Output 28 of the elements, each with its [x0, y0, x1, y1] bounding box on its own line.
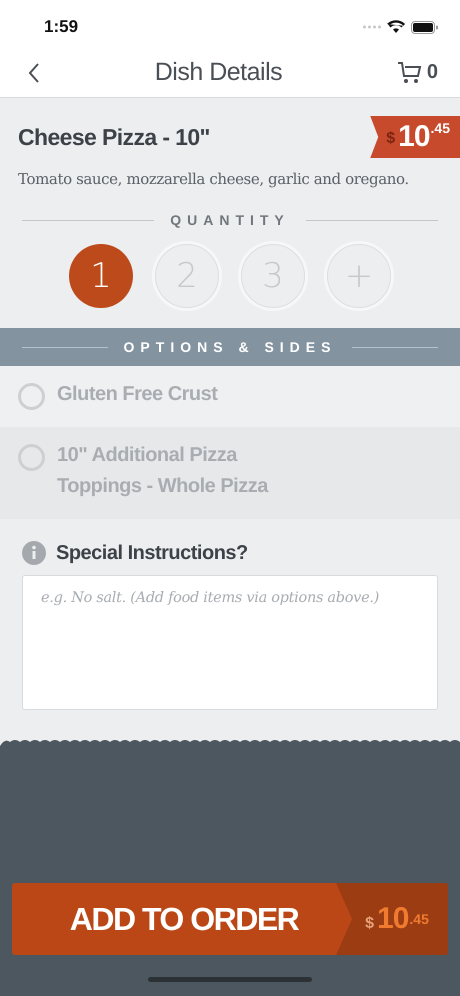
- dish-description: Tomato sauce, mozzarella cheese, garlic and oregano.: [17, 169, 410, 188]
- status-time: 1:59: [44, 17, 78, 37]
- info-icon: [22, 541, 46, 565]
- quantity-button[interactable]: +: [327, 244, 391, 308]
- section-heading: QUANTITY: [170, 212, 290, 228]
- battery-icon: [411, 20, 438, 34]
- cart-count: 0: [426, 61, 438, 84]
- instructions-label: Special Instructions?: [56, 542, 248, 564]
- currency-sign: $: [365, 915, 374, 933]
- signal-icon: [363, 25, 381, 29]
- price-amount: 10: [398, 120, 430, 154]
- wifi-icon: [387, 20, 405, 34]
- instructions-field[interactable]: e.g. No salt. (Add food items via options above.): [22, 575, 438, 710]
- quantity-button[interactable]: 1: [69, 244, 133, 308]
- option-label: 10" Additional Pizza Toppings - Whole Pizza: [57, 443, 270, 499]
- radio-button[interactable]: [18, 383, 45, 410]
- currency-sign: $: [386, 130, 396, 148]
- price-cents: .45: [409, 911, 429, 927]
- option-label: Gluten Free Crust: [57, 382, 219, 407]
- page-title: Dish Details: [154, 58, 282, 87]
- price-cents: .45: [430, 120, 450, 136]
- price-amount: 10: [377, 902, 408, 936]
- option-row[interactable]: 10" Additional Pizza Toppings - Whole Pizza: [0, 427, 460, 519]
- dish-name: Cheese Pizza - 10": [18, 124, 210, 150]
- section-heading: OPTIONS & SIDES: [124, 339, 336, 355]
- back-icon[interactable]: [28, 62, 40, 82]
- cart-icon[interactable]: [396, 60, 423, 84]
- radio-button[interactable]: [18, 444, 45, 471]
